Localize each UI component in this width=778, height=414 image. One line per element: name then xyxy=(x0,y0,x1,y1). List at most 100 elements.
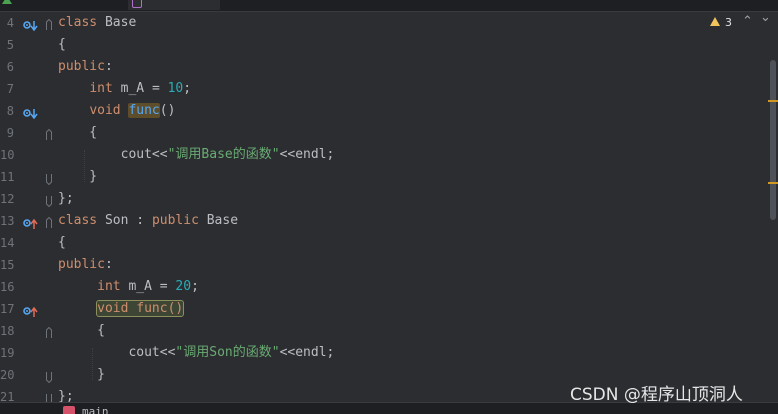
fold-close-icon[interactable] xyxy=(46,192,52,208)
code-text[interactable]: { xyxy=(58,320,105,342)
code-line[interactable]: 13 class Son : public Base xyxy=(0,210,770,232)
code-token: Son xyxy=(104,213,137,228)
cmake-icon xyxy=(2,0,12,4)
line-number[interactable]: 12 xyxy=(0,188,14,210)
code-text[interactable]: }; xyxy=(58,188,74,210)
code-text[interactable]: class Son : public Base xyxy=(58,210,238,232)
code-token: : xyxy=(104,257,113,272)
code-line[interactable]: 14 { xyxy=(0,232,770,254)
fold-open-icon[interactable] xyxy=(46,16,52,30)
code-line[interactable]: 15 public: xyxy=(0,254,770,276)
code-token: <<endl; xyxy=(279,147,335,162)
code-token: () xyxy=(159,103,176,118)
code-token: ; xyxy=(183,81,192,96)
code-token: func xyxy=(128,103,160,118)
cpp-file-icon xyxy=(132,0,142,8)
warning-marker[interactable] xyxy=(768,182,778,184)
scrollbar-thumb[interactable] xyxy=(770,60,776,220)
code-text[interactable]: int m_A = 10; xyxy=(58,78,191,100)
code-line[interactable]: 5{ xyxy=(0,34,770,56)
code-token: 10 xyxy=(167,81,184,96)
editor-tab-active[interactable] xyxy=(128,0,220,10)
line-number[interactable]: 14 xyxy=(0,232,14,254)
fold-open-icon[interactable] xyxy=(46,126,52,140)
overriding-method-icon[interactable] xyxy=(23,215,38,229)
indent-guide xyxy=(92,348,93,380)
fold-close-icon[interactable] xyxy=(46,170,52,186)
line-number[interactable]: 8 xyxy=(0,100,14,122)
code-token: m_A xyxy=(128,279,160,294)
code-token: } xyxy=(58,169,98,184)
code-token: "调用Base的函数" xyxy=(167,147,280,162)
code-text[interactable]: cout<<"调用Base的函数"<<endl; xyxy=(58,144,335,166)
fold-close-icon[interactable] xyxy=(46,390,52,406)
code-token: Base xyxy=(104,15,137,30)
editor-tab[interactable] xyxy=(2,0,122,10)
warning-marker[interactable] xyxy=(768,100,778,102)
line-number[interactable]: 7 xyxy=(0,78,14,100)
code-line[interactable]: 10 cout<<"调用Base的函数"<<endl; xyxy=(0,144,770,166)
editor-tab-bar xyxy=(0,0,778,12)
overriding-method-icon[interactable] xyxy=(23,303,38,317)
code-line[interactable]: 16 int m_A = 20; xyxy=(0,276,770,298)
code-token: { xyxy=(58,37,66,52)
line-number[interactable]: 11 xyxy=(0,166,14,188)
overridden-method-icon[interactable] xyxy=(23,17,38,32)
code-text[interactable]: void func() xyxy=(58,100,175,122)
line-number[interactable]: 6 xyxy=(0,56,14,78)
code-line[interactable]: 19 cout<<"调用Son的函数"<<endl; xyxy=(0,342,770,364)
fold-open-icon[interactable] xyxy=(46,214,52,228)
code-line[interactable]: 6 public: xyxy=(0,56,770,78)
code-text[interactable]: void func() xyxy=(58,298,185,320)
code-line[interactable]: 8 void func() xyxy=(0,100,770,122)
code-token: void xyxy=(89,103,129,118)
watermark: CSDN @程序山顶洞人 xyxy=(570,385,743,405)
fold-open-icon[interactable] xyxy=(46,324,52,338)
code-token: ; xyxy=(191,279,199,294)
code-token: int xyxy=(97,279,129,294)
code-line[interactable]: 12}; xyxy=(0,188,770,210)
code-editor[interactable]: 4 class Base 5{6 public: 7 int m_A = 10; 8 vo… xyxy=(0,12,778,406)
line-number[interactable]: 13 xyxy=(0,210,14,232)
line-number[interactable]: 20 xyxy=(0,364,14,386)
fold-close-icon[interactable] xyxy=(46,368,52,384)
code-text[interactable]: cout<<"调用Son的函数"<<endl; xyxy=(58,342,334,364)
warning-icon xyxy=(710,17,720,26)
code-text[interactable]: { xyxy=(58,232,66,254)
line-number[interactable]: 17 xyxy=(0,298,14,320)
line-number[interactable]: 16 xyxy=(0,276,14,298)
code-token: cout<< xyxy=(120,147,168,162)
code-token: = xyxy=(151,81,168,96)
code-line[interactable]: 4 class Base xyxy=(0,12,770,34)
line-number[interactable]: 18 xyxy=(0,320,14,342)
line-number[interactable]: 15 xyxy=(0,254,14,276)
overridden-method-icon[interactable] xyxy=(23,105,38,120)
code-text[interactable]: public: xyxy=(58,254,113,276)
code-text[interactable]: } xyxy=(58,364,105,386)
code-text[interactable]: public: xyxy=(58,56,113,78)
code-line[interactable]: 7 int m_A = 10; xyxy=(0,78,770,100)
code-line[interactable]: 17 void func() xyxy=(0,298,770,320)
line-number[interactable]: 19 xyxy=(0,342,14,364)
code-line[interactable]: 9 { xyxy=(0,122,770,144)
code-line[interactable]: 18 { xyxy=(0,320,770,342)
line-number[interactable]: 5 xyxy=(0,34,14,56)
code-text[interactable]: { xyxy=(58,34,66,56)
line-number[interactable]: 9 xyxy=(0,122,14,144)
code-token: { xyxy=(58,125,98,140)
line-number[interactable]: 10 xyxy=(0,144,14,166)
code-text[interactable]: } xyxy=(58,166,97,188)
line-number[interactable]: 4 xyxy=(0,12,14,34)
indent-guide xyxy=(84,150,85,182)
code-text[interactable]: int m_A = 20; xyxy=(58,276,199,298)
code-text[interactable]: class Base xyxy=(58,12,136,34)
code-text[interactable]: { xyxy=(58,122,97,144)
code-token: "调用Son的函数" xyxy=(175,345,280,360)
code-token: public xyxy=(58,59,105,74)
code-line[interactable]: 11 } xyxy=(0,166,770,188)
previous-highlight-button[interactable]: ⌃ xyxy=(742,14,753,29)
